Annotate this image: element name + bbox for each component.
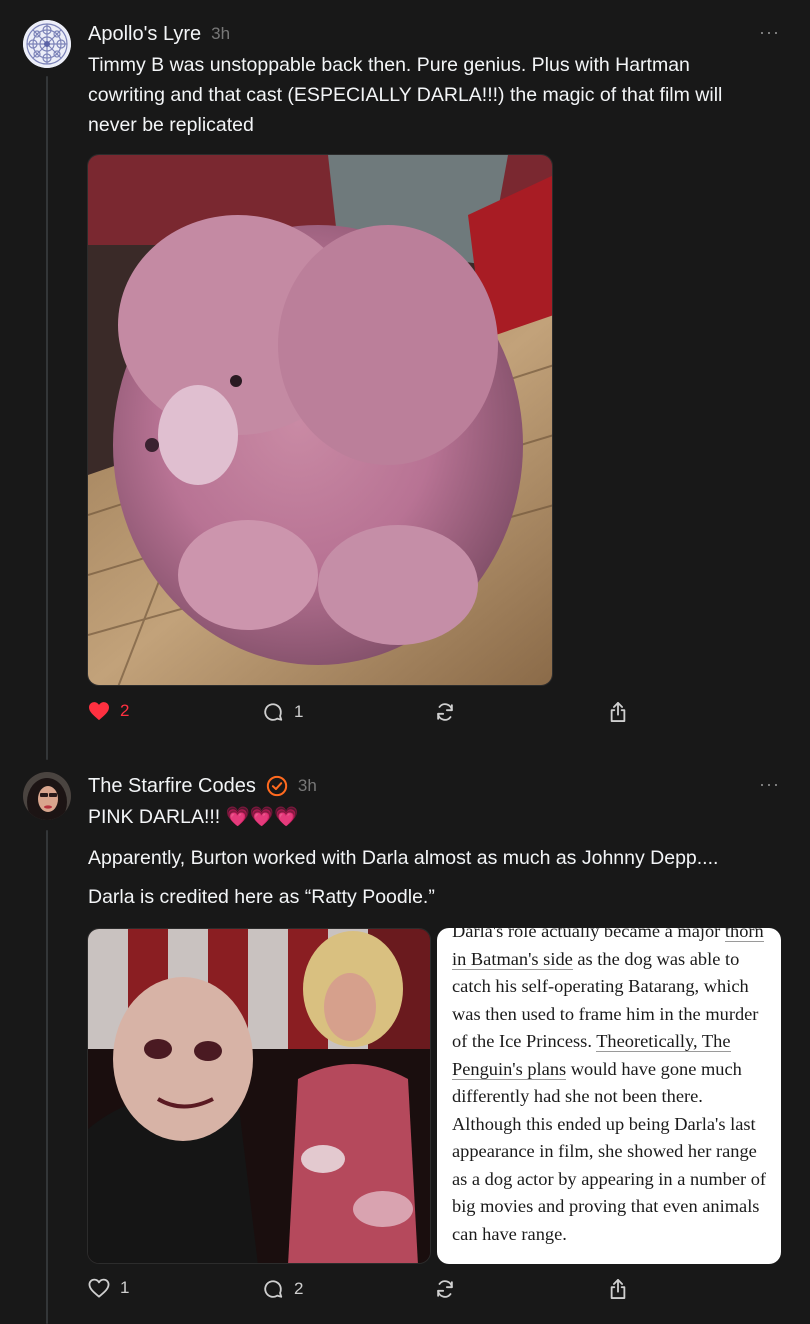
repost-icon: [437, 1280, 453, 1298]
timestamp: 3h: [297, 776, 317, 795]
profile-photo-image: [23, 772, 71, 820]
comment-count: 2: [294, 1279, 304, 1298]
post-actions: 1 2: [88, 1278, 648, 1308]
post-header: Apollo's Lyre 3h: [88, 20, 230, 48]
comment-icon: [264, 703, 283, 721]
avatar-starfire-codes[interactable]: [23, 772, 71, 820]
post-header: The Starfire Codes 3h: [88, 772, 317, 800]
comment-button[interactable]: 1: [262, 701, 303, 723]
post-image[interactable]: [87, 154, 553, 686]
like-button[interactable]: 2: [88, 701, 129, 721]
like-button[interactable]: 1: [88, 1278, 129, 1298]
comment-count: 1: [294, 702, 304, 721]
timestamp: 3h: [211, 24, 231, 43]
post-text-line: PINK DARLA!!! 💗💗💗: [88, 806, 299, 828]
post-text-line: Apparently, Burton worked with Darla alm…: [88, 847, 719, 869]
post-image[interactable]: [87, 928, 431, 1264]
thread-line-1: [46, 76, 48, 760]
share-button[interactable]: [608, 701, 628, 723]
more-icon[interactable]: ···: [759, 22, 780, 43]
pink-poodle-image: [88, 155, 552, 685]
penguin-movie-still-image: [88, 929, 430, 1263]
quote-text-card[interactable]: Darla's role actually became a major tho…: [437, 928, 781, 1264]
username[interactable]: Apollo's Lyre: [88, 23, 201, 46]
heart-icon: [88, 1278, 110, 1298]
share-icon: [610, 702, 626, 722]
post-text: Timmy B was unstoppable back then. Pure …: [88, 54, 723, 136]
repost-icon: [437, 703, 453, 721]
like-count: 1: [120, 1278, 130, 1297]
share-button[interactable]: [608, 1278, 628, 1300]
mandala-avatar-image: [23, 20, 71, 68]
more-icon[interactable]: ···: [759, 774, 780, 795]
repost-button[interactable]: [434, 701, 456, 723]
repost-button[interactable]: [434, 1278, 456, 1300]
thread-line-2: [46, 830, 48, 1324]
post-actions: 2 1: [88, 701, 648, 731]
username[interactable]: The Starfire Codes: [88, 775, 256, 798]
avatar-apollos-lyre[interactable]: [23, 20, 71, 68]
quote-paragraph: would have gone much differently had she…: [452, 1058, 767, 1244]
like-count: 2: [120, 701, 130, 720]
quote-text: Darla's role actually became a major tho…: [452, 928, 767, 1248]
share-icon: [610, 1278, 626, 1299]
post-text-line: Darla is credited here as “Ratty Poodle.…: [88, 886, 435, 908]
comment-button[interactable]: 2: [262, 1278, 303, 1300]
heart-icon: [89, 702, 109, 721]
comment-icon: [264, 1280, 283, 1298]
verified-badge-icon: [266, 775, 288, 797]
quote-paragraph: Darla's role actually became a major: [452, 928, 721, 941]
